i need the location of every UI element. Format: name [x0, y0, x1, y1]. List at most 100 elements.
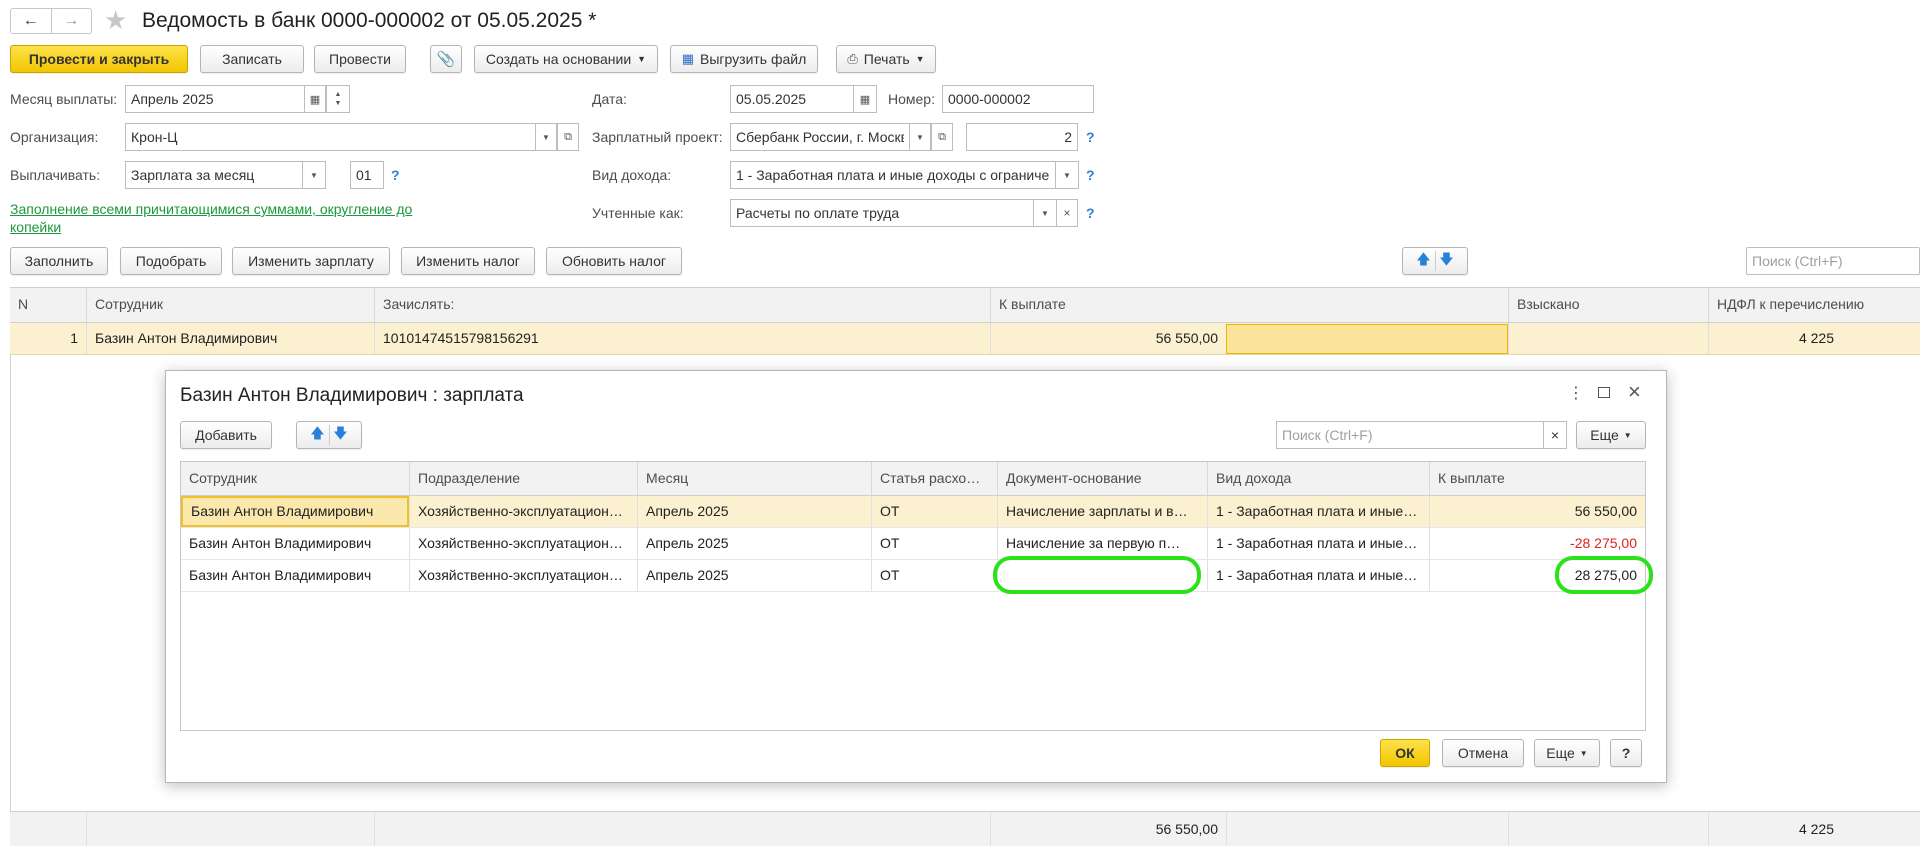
calendar-button[interactable]: ▦ — [304, 85, 326, 113]
salary-project-dropdown[interactable]: ▼ — [909, 123, 931, 151]
salary-project-open-button[interactable]: ⧉ — [931, 123, 953, 151]
col-ndfl[interactable]: НДФЛ к перечислению — [1708, 288, 1920, 322]
drow-month: Апрель 2025 — [637, 528, 871, 559]
post-button[interactable]: Провести — [314, 45, 406, 73]
accounted-as-dropdown[interactable]: ▼ — [1033, 199, 1057, 227]
back-button[interactable]: ← — [11, 9, 52, 33]
pay-code-field[interactable]: 01 — [350, 161, 384, 189]
drow-month: Апрель 2025 — [637, 496, 871, 527]
date-field[interactable]: 05.05.2025 — [730, 85, 854, 113]
col-n[interactable]: N — [10, 288, 86, 322]
pay-field[interactable]: Зарплата за месяц — [125, 161, 303, 189]
organization-dropdown[interactable]: ▼ — [535, 123, 557, 151]
drow-income: 1 - Заработная плата и иные … — [1207, 496, 1429, 527]
row-account: 10101474515798156291 — [374, 323, 990, 354]
ok-button[interactable]: ОК — [1380, 739, 1430, 767]
create-based-button[interactable]: Создать на основании ▼ — [474, 45, 658, 73]
move-down-icon[interactable]: 🡇 — [330, 422, 352, 448]
col-to-pay[interactable]: К выплате — [990, 288, 1508, 322]
row-to-pay-edit[interactable] — [1226, 324, 1508, 354]
fill-button[interactable]: Заполнить — [10, 247, 108, 275]
close-icon[interactable]: × — [1628, 379, 1641, 405]
maximize-icon[interactable] — [1598, 387, 1610, 398]
dialog-footer-more-label: Еще — [1546, 745, 1575, 761]
income-type-field[interactable]: 1 - Заработная плата и иные доходы с огр… — [730, 161, 1056, 189]
month-field[interactable]: Апрель 2025 — [125, 85, 305, 113]
save-button[interactable]: Записать — [200, 45, 304, 73]
accounted-as-clear[interactable]: × — [1056, 199, 1078, 227]
salary-project-label: Зарплатный проект: — [592, 129, 723, 145]
dcol-to-pay[interactable]: К выплате — [1429, 462, 1645, 495]
dcol-employee[interactable]: Сотрудник — [181, 462, 409, 495]
dialog-more-button[interactable]: Еще ▼ — [1576, 421, 1646, 449]
pay-label: Выплачивать: — [10, 167, 101, 183]
organization-open-button[interactable]: ⧉ — [557, 123, 579, 151]
dialog-row-2[interactable]: Базин Антон Владимирович Хозяйственно-эк… — [181, 560, 1645, 592]
drow-document — [997, 560, 1207, 591]
spin-up-icon: ▲ — [334, 91, 342, 98]
dcol-article[interactable]: Статья расхо… — [871, 462, 997, 495]
dialog-table: Сотрудник Подразделение Месяц Статья рас… — [180, 461, 1653, 731]
main-search-input[interactable]: Поиск (Ctrl+F) — [1746, 247, 1920, 275]
page-title: Ведомость в банк 0000-000002 от 05.05.20… — [142, 9, 597, 32]
pay-help[interactable]: ? — [391, 167, 400, 183]
printer-icon: ⎙ — [847, 51, 858, 66]
refresh-tax-button[interactable]: Обновить налог — [546, 247, 682, 275]
col-account[interactable]: Зачислять: — [374, 288, 990, 322]
col-withheld[interactable]: Взыскано — [1508, 288, 1708, 322]
dialog-footer-more-button[interactable]: Еще ▼ — [1534, 739, 1600, 767]
salary-project-help[interactable]: ? — [1086, 129, 1095, 145]
dialog-search-clear[interactable]: × — [1543, 421, 1567, 449]
drow-department: Хозяйственно-эксплуатацион… — [409, 496, 637, 527]
accounted-as-help[interactable]: ? — [1086, 205, 1095, 221]
dialog-row-1[interactable]: Базин Антон Владимирович Хозяйственно-эк… — [181, 528, 1645, 560]
change-tax-button[interactable]: Изменить налог — [401, 247, 535, 275]
star-icon[interactable]: ★ — [104, 5, 127, 36]
date-calendar-button[interactable]: ▦ — [853, 85, 877, 113]
number-field[interactable]: 0000-000002 — [942, 85, 1094, 113]
add-button[interactable]: Добавить — [180, 421, 272, 449]
dropdown-arrow-icon: ▼ — [916, 132, 924, 142]
move-up-icon[interactable]: 🡅 — [1413, 248, 1435, 274]
organization-label: Организация: — [10, 129, 99, 145]
dcol-document[interactable]: Документ-основание — [997, 462, 1207, 495]
dropdown-arrow-icon: ▼ — [1623, 430, 1632, 440]
accounted-as-field[interactable]: Расчеты по оплате труда — [730, 199, 1034, 227]
change-salary-button[interactable]: Изменить зарплату — [232, 247, 390, 275]
export-file-button[interactable]: ▦ Выгрузить файл — [670, 45, 818, 73]
col-employee[interactable]: Сотрудник — [86, 288, 374, 322]
salary-project-count-field[interactable]: 2 — [966, 123, 1078, 151]
month-spinner[interactable]: ▲ ▼ — [326, 85, 350, 113]
dcol-department[interactable]: Подразделение — [409, 462, 637, 495]
more-options-icon[interactable]: ⋮ — [1568, 383, 1584, 403]
income-type-help[interactable]: ? — [1086, 167, 1095, 183]
dropdown-arrow-icon: ▼ — [1041, 208, 1049, 218]
footer-to-pay: 56 550,00 — [990, 812, 1226, 846]
post-and-close-button[interactable]: Провести и закрыть — [10, 45, 188, 73]
help-button[interactable]: ? — [1610, 739, 1642, 767]
move-up-icon[interactable]: 🡅 — [307, 422, 329, 448]
table-body-border — [10, 355, 11, 811]
dropdown-arrow-icon: ▼ — [542, 132, 550, 142]
drow-employee: Базин Антон Владимирович — [181, 496, 409, 527]
drow-employee: Базин Антон Владимирович — [189, 535, 372, 551]
income-type-value: 1 - Заработная плата и иные доходы с огр… — [736, 167, 1050, 183]
cancel-button[interactable]: Отмена — [1442, 739, 1524, 767]
print-button[interactable]: ⎙ Печать ▼ — [836, 45, 936, 73]
table-row[interactable]: 1 Базин Антон Владимирович 1010147451579… — [10, 323, 1920, 355]
dialog-row-0[interactable]: Базин Антон Владимирович Хозяйственно-эк… — [181, 496, 1645, 528]
footer-cell-employee — [86, 812, 374, 846]
forward-button[interactable]: → — [52, 9, 92, 33]
dcol-month[interactable]: Месяц — [637, 462, 871, 495]
dcol-income[interactable]: Вид дохода — [1207, 462, 1429, 495]
salary-project-field[interactable]: Сбербанк России, г. Москв — [730, 123, 910, 151]
income-type-dropdown[interactable]: ▼ — [1055, 161, 1079, 189]
dialog-search-input[interactable]: Поиск (Ctrl+F) — [1276, 421, 1544, 449]
move-down-icon[interactable]: 🡇 — [1436, 248, 1458, 274]
attach-button[interactable]: 📎 — [430, 45, 462, 73]
pay-dropdown[interactable]: ▼ — [302, 161, 326, 189]
row-number: 1 — [70, 330, 78, 346]
organization-field[interactable]: Крон-Ц — [125, 123, 536, 151]
pick-button[interactable]: Подобрать — [120, 247, 222, 275]
fill-settings-link[interactable]: Заполнение всеми причитающимися суммами,… — [10, 200, 450, 236]
